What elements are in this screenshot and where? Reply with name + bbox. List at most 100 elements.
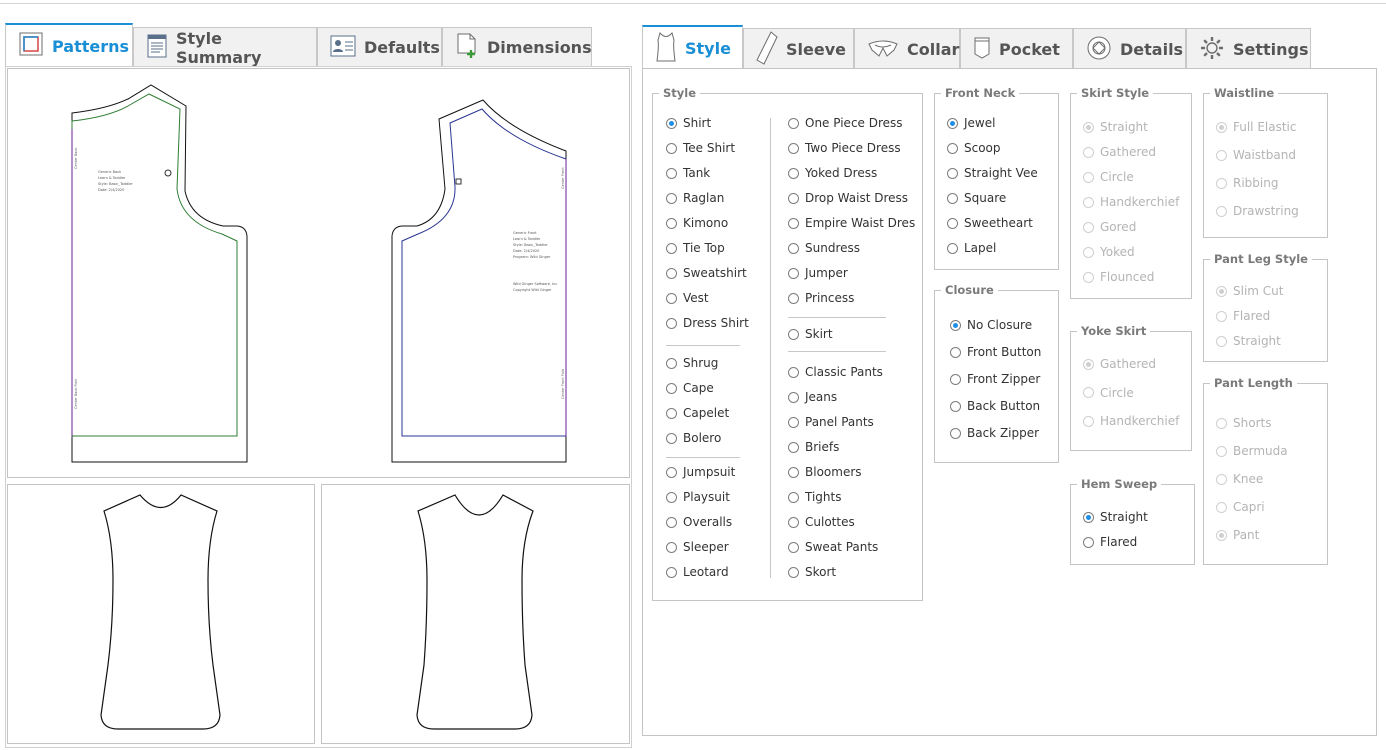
radio-style-vest[interactable]: Vest (666, 291, 709, 305)
radio-style-yoked-dress[interactable]: Yoked Dress (788, 166, 877, 180)
tab-settings[interactable]: Settings (1186, 28, 1311, 70)
radio-style-playsuit[interactable]: Playsuit (666, 490, 730, 504)
radio-style-tee-shirt[interactable]: Tee Shirt (666, 141, 735, 155)
radio-style-overalls[interactable]: Overalls (666, 515, 732, 529)
radio-style-tights[interactable]: Tights (788, 490, 841, 504)
radio-button[interactable] (950, 346, 961, 358)
radio-style-tie-top[interactable]: Tie Top (666, 241, 725, 255)
radio-button[interactable] (788, 466, 799, 478)
radio-front-neck-straight-vee[interactable]: Straight Vee (947, 166, 1038, 180)
radio-button[interactable] (666, 117, 677, 129)
radio-style-princess[interactable]: Princess (788, 291, 854, 305)
radio-front-neck-scoop[interactable]: Scoop (947, 141, 1001, 155)
radio-style-kimono[interactable]: Kimono (666, 216, 728, 230)
radio-button[interactable] (788, 391, 799, 403)
radio-style-raglan[interactable]: Raglan (666, 191, 724, 205)
radio-closure-back-button[interactable]: Back Button (950, 399, 1040, 413)
radio-button[interactable] (788, 516, 799, 528)
radio-style-jeans[interactable]: Jeans (788, 390, 837, 404)
radio-button[interactable] (788, 566, 799, 578)
radio-front-neck-sweetheart[interactable]: Sweetheart (947, 216, 1033, 230)
radio-button[interactable] (666, 292, 677, 304)
radio-button[interactable] (1083, 536, 1094, 548)
radio-closure-front-button[interactable]: Front Button (950, 345, 1041, 359)
radio-style-sundress[interactable]: Sundress (788, 241, 860, 255)
radio-button[interactable] (947, 117, 958, 129)
tab-pocket[interactable]: Pocket (960, 28, 1073, 70)
radio-button[interactable] (666, 317, 677, 329)
radio-style-briefs[interactable]: Briefs (788, 440, 839, 454)
radio-style-skort[interactable]: Skort (788, 565, 836, 579)
radio-button[interactable] (666, 466, 677, 478)
radio-closure-no-closure[interactable]: No Closure (950, 318, 1032, 332)
radio-style-one-piece-dress[interactable]: One Piece Dress (788, 116, 903, 130)
radio-button[interactable] (788, 328, 799, 340)
radio-closure-back-zipper[interactable]: Back Zipper (950, 426, 1039, 440)
radio-button[interactable] (666, 491, 677, 503)
radio-style-sweatshirt[interactable]: Sweatshirt (666, 266, 747, 280)
tab-details[interactable]: Details (1073, 28, 1186, 70)
radio-style-culottes[interactable]: Culottes (788, 515, 855, 529)
radio-button[interactable] (666, 382, 677, 394)
radio-button[interactable] (950, 319, 961, 331)
radio-front-neck-square[interactable]: Square (947, 191, 1006, 205)
radio-button[interactable] (788, 242, 799, 254)
radio-button[interactable] (666, 516, 677, 528)
radio-hem-sweep-flared[interactable]: Flared (1083, 535, 1137, 549)
radio-style-classic-pants[interactable]: Classic Pants (788, 365, 883, 379)
radio-style-drop-waist-dress[interactable]: Drop Waist Dress (788, 191, 908, 205)
radio-button[interactable] (666, 541, 677, 553)
tab-sleeve[interactable]: Sleeve (743, 28, 854, 70)
radio-button[interactable] (950, 400, 961, 412)
radio-front-neck-lapel[interactable]: Lapel (947, 241, 996, 255)
radio-style-sleeper[interactable]: Sleeper (666, 540, 729, 554)
radio-button[interactable] (666, 407, 677, 419)
radio-button[interactable] (788, 267, 799, 279)
radio-button[interactable] (947, 167, 958, 179)
radio-style-empire-waist-dres[interactable]: Empire Waist Dres (788, 216, 915, 230)
radio-style-leotard[interactable]: Leotard (666, 565, 729, 579)
radio-button[interactable] (1083, 511, 1094, 523)
radio-button[interactable] (788, 292, 799, 304)
radio-button[interactable] (666, 432, 677, 444)
radio-style-panel-pants[interactable]: Panel Pants (788, 415, 874, 429)
radio-style-jumper[interactable]: Jumper (788, 266, 848, 280)
radio-style-skirt[interactable]: Skirt (788, 327, 833, 341)
radio-button[interactable] (666, 242, 677, 254)
radio-button[interactable] (788, 416, 799, 428)
radio-button[interactable] (666, 267, 677, 279)
radio-button[interactable] (947, 142, 958, 154)
radio-button[interactable] (666, 566, 677, 578)
radio-button[interactable] (788, 117, 799, 129)
radio-style-cape[interactable]: Cape (666, 381, 714, 395)
radio-closure-front-zipper[interactable]: Front Zipper (950, 372, 1040, 386)
tab-style[interactable]: Style (642, 25, 743, 70)
radio-button[interactable] (788, 491, 799, 503)
radio-button[interactable] (666, 217, 677, 229)
radio-button[interactable] (788, 441, 799, 453)
tab-dimensions[interactable]: Dimensions (442, 27, 592, 67)
radio-button[interactable] (666, 357, 677, 369)
radio-button[interactable] (788, 366, 799, 378)
radio-button[interactable] (950, 373, 961, 385)
radio-style-bolero[interactable]: Bolero (666, 431, 721, 445)
tab-patterns[interactable]: Patterns (5, 23, 133, 67)
radio-hem-sweep-straight[interactable]: Straight (1083, 510, 1148, 524)
radio-style-tank[interactable]: Tank (666, 166, 710, 180)
radio-button[interactable] (947, 242, 958, 254)
radio-button[interactable] (947, 192, 958, 204)
radio-style-shrug[interactable]: Shrug (666, 356, 718, 370)
radio-button[interactable] (788, 192, 799, 204)
tab-style-summary[interactable]: Style Summary (133, 27, 317, 67)
radio-button[interactable] (788, 167, 799, 179)
radio-button[interactable] (666, 142, 677, 154)
radio-style-jumpsuit[interactable]: Jumpsuit (666, 465, 735, 479)
tab-defaults[interactable]: Defaults (317, 27, 442, 67)
radio-button[interactable] (788, 217, 799, 229)
radio-button[interactable] (788, 142, 799, 154)
radio-style-two-piece-dress[interactable]: Two Piece Dress (788, 141, 901, 155)
radio-button[interactable] (947, 217, 958, 229)
radio-style-sweat-pants[interactable]: Sweat Pants (788, 540, 878, 554)
radio-button[interactable] (788, 541, 799, 553)
radio-style-dress-shirt[interactable]: Dress Shirt (666, 316, 749, 330)
